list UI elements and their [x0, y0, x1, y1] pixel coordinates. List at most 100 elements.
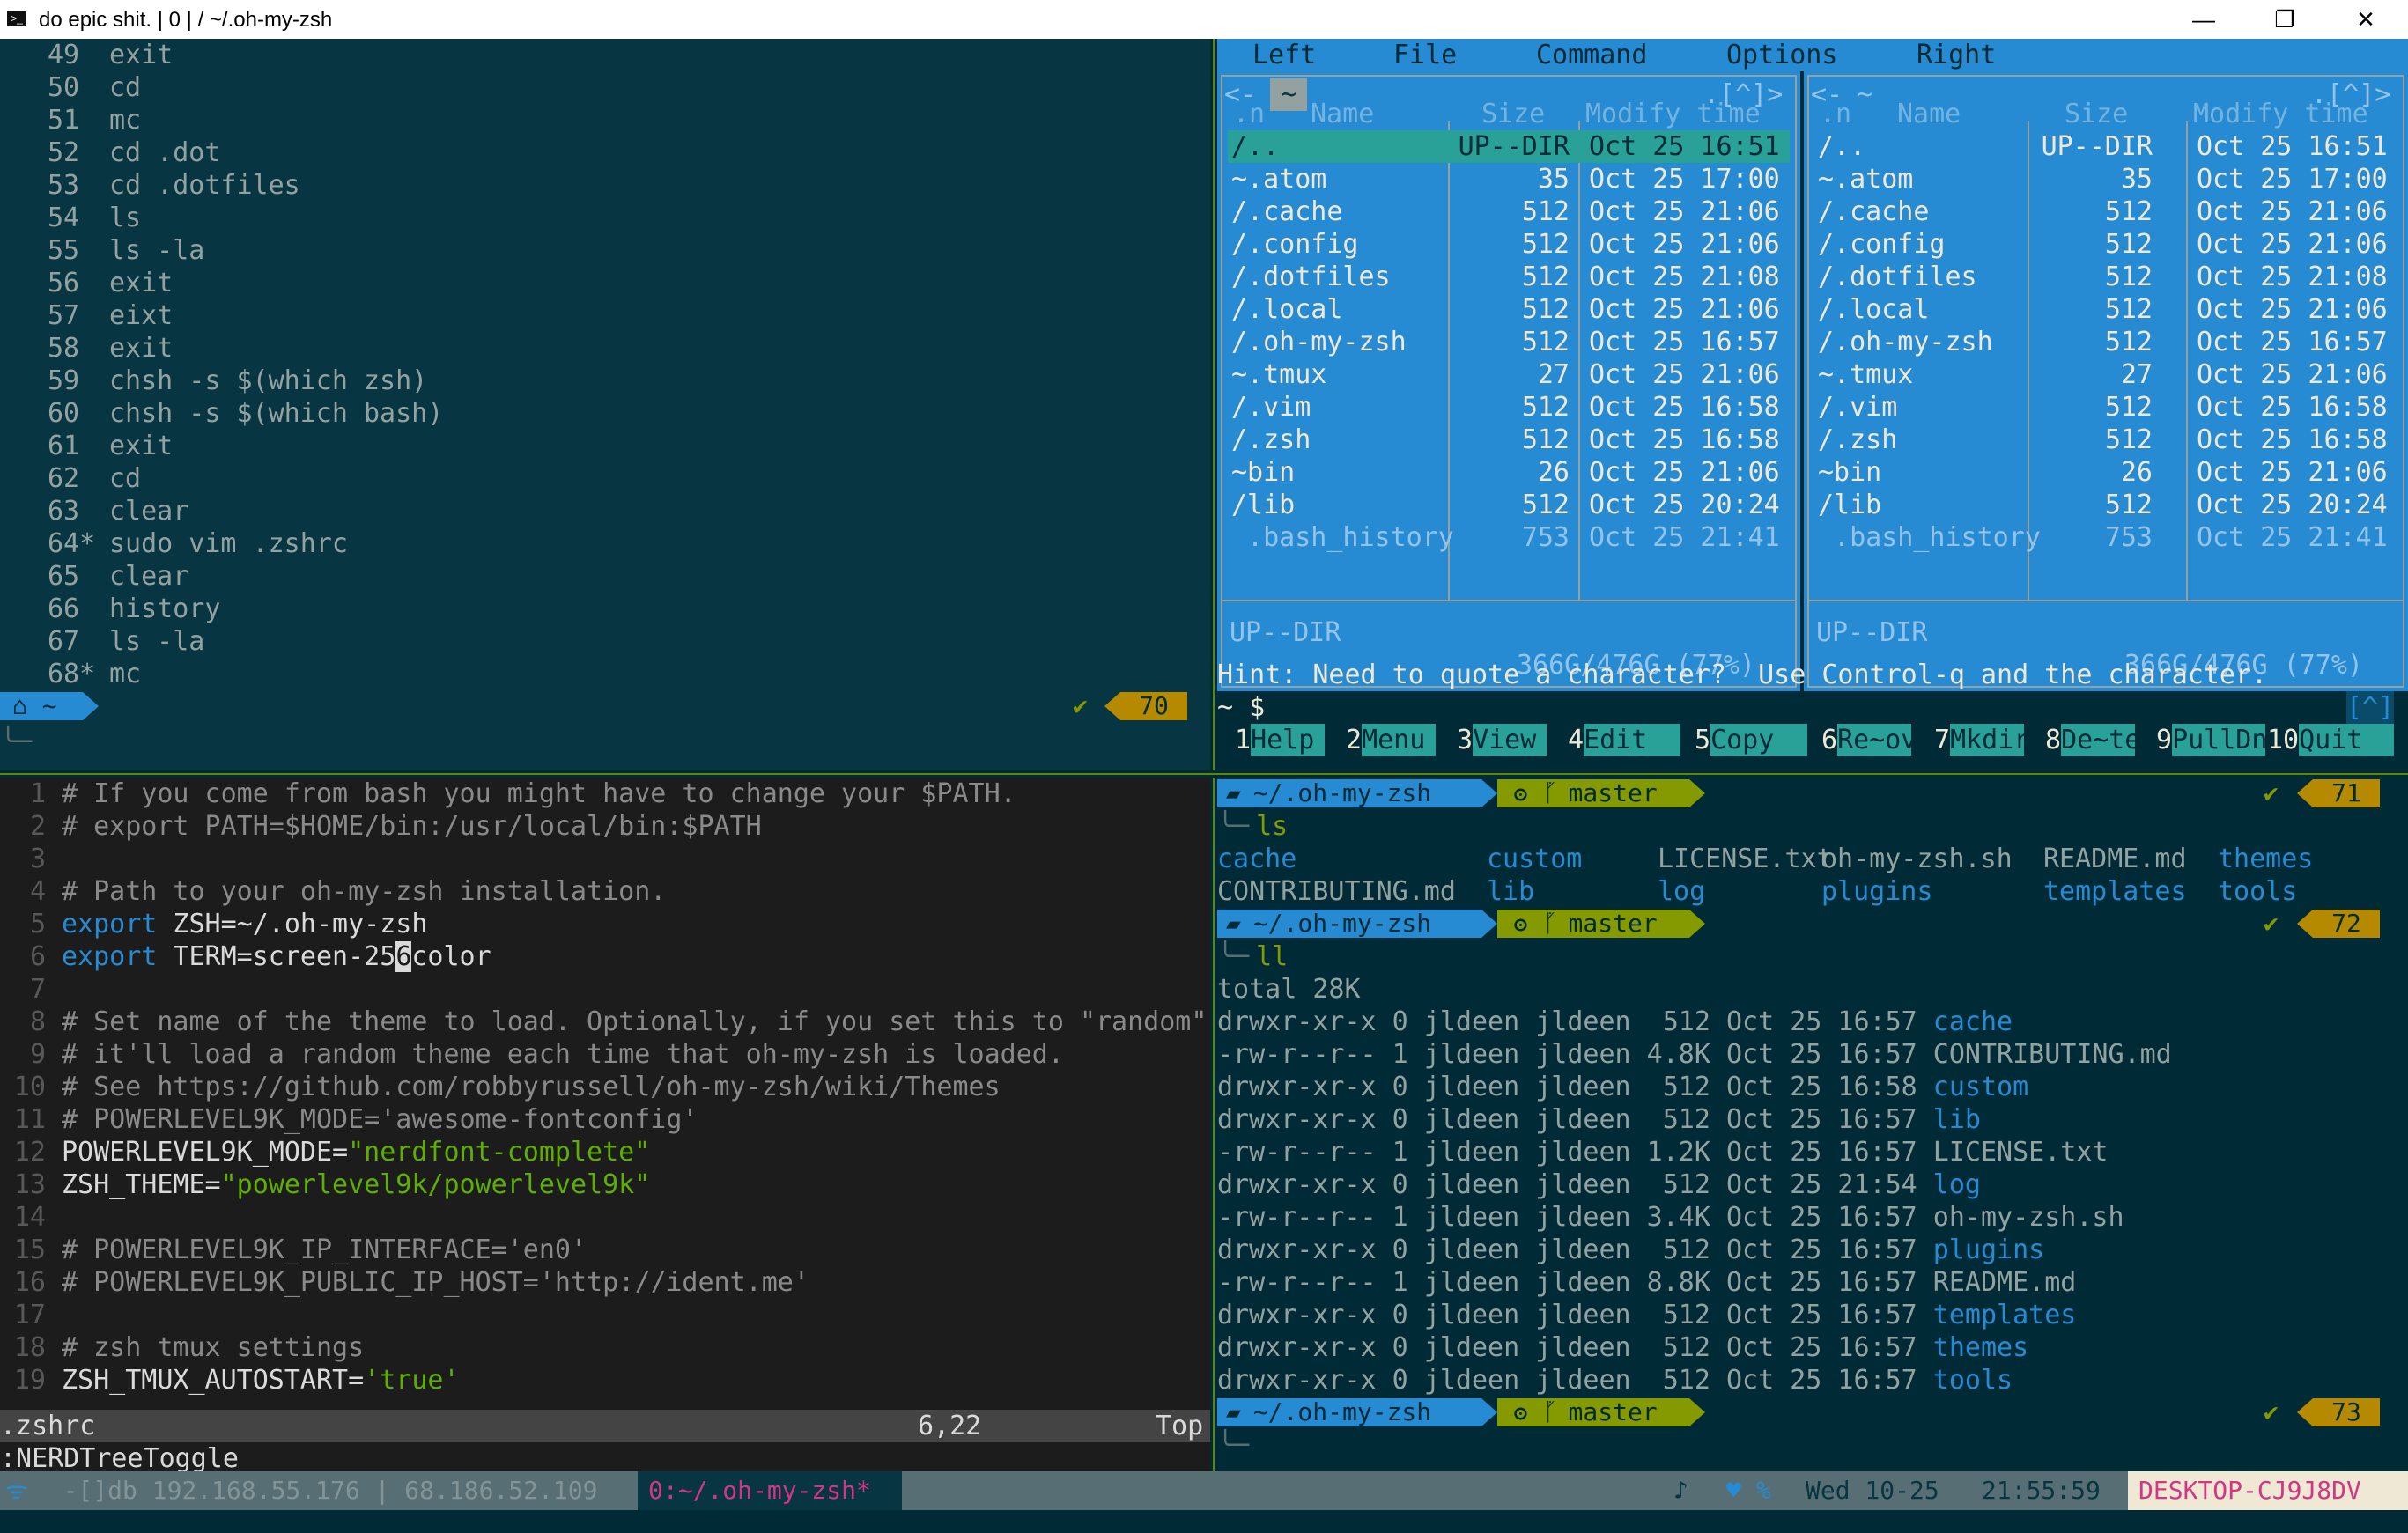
file-row[interactable]: /.config 512 Oct 25 21:06: [1228, 228, 1790, 261]
mc-prompt[interactable]: ~ $: [1217, 691, 1265, 724]
file-row[interactable]: /.vim 512 Oct 25 16:58: [1228, 391, 1790, 424]
file-row[interactable]: ~.atom 35 Oct 25 17:00: [1228, 163, 1790, 195]
fkey-number: 5: [1695, 725, 1711, 755]
file-row[interactable]: /.zsh 512 Oct 25 16:58: [1814, 424, 2397, 456]
terminal-icon: >_: [7, 11, 26, 26]
file-row[interactable]: /.zsh 512 Oct 25 16:58: [1228, 424, 1790, 456]
menu-right[interactable]: Right: [1917, 39, 1996, 71]
ll-meta: drwxr-xr-x 0 jldeen jldeen 512 Oct 25 16…: [1217, 1332, 1933, 1363]
folder-icon: ▰: [1226, 778, 1241, 807]
prompt-dir: ~: [41, 691, 57, 720]
col-header-n[interactable]: .n: [1233, 98, 1265, 130]
vim-status-file: .zshrc: [0, 1411, 96, 1441]
tmux-window-current[interactable]: 0:~/.oh-my-zsh*: [638, 1471, 912, 1510]
file-row[interactable]: ~bin 26 Oct 25 21:06: [1228, 456, 1790, 489]
vim-text: POWERLEVEL9K_MODE=: [62, 1137, 349, 1168]
fkey-pulldn[interactable]: 9PullDn: [2156, 724, 2267, 756]
file-size: 26: [2120, 457, 2153, 488]
panel-path[interactable]: ~: [1857, 78, 1872, 111]
file-row[interactable]: ~bin 26 Oct 25 21:06: [1814, 456, 2397, 489]
fkey-reov[interactable]: 6Re~ov: [1821, 724, 1917, 756]
file-row[interactable]: /.dotfiles 512 Oct 25 21:08: [1228, 261, 1790, 293]
file-name: /..: [1231, 131, 1280, 162]
file-date: Oct 25 21:41: [1589, 522, 1780, 553]
segment-arrow: [2297, 910, 2313, 938]
file-row[interactable]: /.. UP--DIR Oct 25 16:51: [1814, 130, 2397, 163]
prompt-path-segment: ▰ ~/.oh-my-zsh: [1217, 910, 1481, 938]
history-command: ls: [109, 203, 142, 233]
file-date: Oct 25 21:06: [1589, 294, 1780, 325]
panel-path[interactable]: ~: [1270, 78, 1308, 111]
vim-cmdline[interactable]: :NERDTreeToggle: [0, 1442, 239, 1471]
file-row[interactable]: /.cache 512 Oct 25 21:06: [1228, 195, 1790, 228]
file-row[interactable]: ~.tmux 27 Oct 25 21:06: [1814, 358, 2397, 391]
history-line: 56 exit: [0, 267, 173, 299]
col-header-mtime[interactable]: Modify time: [2193, 98, 2368, 130]
mc-right-panel[interactable]: <- ~ .[^]> .n Name Size Modify time/.. UP--DIR O…: [1804, 71, 2408, 691]
file-row[interactable]: .bash_history 753 Oct 25 21:41: [1814, 521, 2397, 554]
ll-name: CONTRIBUTING.md: [1932, 1039, 2172, 1070]
file-row[interactable]: ~.atom 35 Oct 25 17:00: [1814, 163, 2397, 195]
file-row[interactable]: /.config 512 Oct 25 21:06: [1814, 228, 2397, 261]
fkey-mkdir[interactable]: 7Mkdir: [1934, 724, 2029, 756]
file-row[interactable]: /lib 512 Oct 25 20:24: [1228, 489, 1790, 521]
vim-line: 1 # If you come from bash you might have …: [0, 778, 1016, 810]
fkey-menu[interactable]: 2Menu: [1346, 724, 1437, 756]
close-button[interactable]: ✕: [2325, 0, 2406, 39]
minimize-button[interactable]: —: [2163, 0, 2244, 39]
file-row[interactable]: /.. UP--DIR Oct 25 16:51: [1228, 130, 1790, 163]
maximize-button[interactable]: ❐: [2244, 0, 2325, 39]
col-header-name[interactable]: Name: [1897, 98, 1961, 130]
file-row[interactable]: /.vim 512 Oct 25 16:58: [1814, 391, 2397, 424]
git-segment: ʘ ᚵ master: [1497, 1398, 1689, 1426]
history-pane[interactable]: 49 exit 50 cd 51 mc 52 cd .dot 53 cd .dotfiles 54 l…: [0, 39, 1210, 770]
shell-pane[interactable]: ▰ ~/.oh-my-zsh ʘ ᚵ master ✔ 71 ╰─ ls cache custom…: [1217, 778, 2408, 1471]
file-name: ~bin: [1231, 457, 1296, 488]
file-row[interactable]: ~.tmux 27 Oct 25 21:06: [1228, 358, 1790, 391]
pane-divider-vertical[interactable]: [1210, 39, 1217, 1471]
file-row[interactable]: /.dotfiles 512 Oct 25 21:08: [1814, 261, 2397, 293]
vim-line: 9 # it'll load a random theme each time t…: [0, 1038, 1064, 1071]
history-line: 68* mc: [0, 658, 141, 690]
file-row[interactable]: /lib 512 Oct 25 20:24: [1814, 489, 2397, 521]
mc-left-panel[interactable]: <- ~ .[^]> .n Name Size Modify time/.. UP--DIR O…: [1217, 71, 1800, 691]
fkey-dete[interactable]: 8De~te: [2045, 724, 2140, 756]
col-header-size[interactable]: Size: [2065, 98, 2128, 130]
col-header-mtime[interactable]: Modify time: [1585, 98, 1761, 130]
file-row[interactable]: .bash_history 753 Oct 25 21:41: [1228, 521, 1790, 554]
ll-name: templates: [1932, 1300, 2077, 1330]
mc-menubar: Left File Command Options Right: [1217, 39, 2408, 71]
mc-pane[interactable]: Left File Command Options Right <- ~ .[^]>…: [1217, 39, 2408, 770]
fkey-help[interactable]: 1Help: [1235, 724, 1326, 756]
fkey-quit[interactable]: 10Quit: [2267, 724, 2395, 756]
col-header-n[interactable]: .n: [1820, 98, 1851, 130]
history-command: cd: [109, 72, 142, 103]
file-row[interactable]: /.cache 512 Oct 25 21:06: [1814, 195, 2397, 228]
file-date: Oct 25 21:06: [1589, 229, 1780, 260]
menu-command[interactable]: Command: [1536, 39, 1647, 71]
file-row[interactable]: /.local 512 Oct 25 21:06: [1814, 293, 2397, 326]
git-branch-icon: ʘ ᚵ: [1513, 778, 1558, 807]
fkey-view[interactable]: 3View: [1457, 724, 1547, 756]
menu-left[interactable]: Left: [1252, 39, 1316, 71]
col-header-size[interactable]: Size: [1481, 98, 1545, 130]
tmux-window-label: 0:~/.oh-my-zsh*: [648, 1476, 871, 1505]
fkey-copy[interactable]: 5Copy: [1695, 724, 1808, 756]
file-name: /.dotfiles: [1818, 262, 1977, 292]
vim-line-number: 3: [29, 844, 46, 874]
vim-pane[interactable]: 1 # If you come from bash you might have …: [0, 778, 1210, 1471]
file-row[interactable]: /.oh-my-zsh 512 Oct 25 16:57: [1814, 326, 2397, 358]
history-line: 51 mc: [0, 104, 141, 136]
vim-line: 6 export TERM=screen-256color: [0, 940, 491, 973]
ls-entry: CONTRIBUTING.md: [1217, 876, 1456, 907]
menu-options[interactable]: Options: [1726, 39, 1837, 71]
shell-command: ╰─ ls: [1217, 810, 1288, 843]
file-row[interactable]: /.local 512 Oct 25 21:06: [1228, 293, 1790, 326]
vim-line: 19 ZSH_TMUX_AUTOSTART='true': [0, 1364, 460, 1397]
pane-divider-horizontal[interactable]: [0, 770, 2408, 778]
vim-line-number: 7: [29, 974, 46, 1005]
col-header-name[interactable]: Name: [1311, 98, 1374, 130]
menu-file[interactable]: File: [1393, 39, 1457, 71]
fkey-edit[interactable]: 4Edit: [1568, 724, 1681, 756]
file-row[interactable]: /.oh-my-zsh 512 Oct 25 16:57: [1228, 326, 1790, 358]
